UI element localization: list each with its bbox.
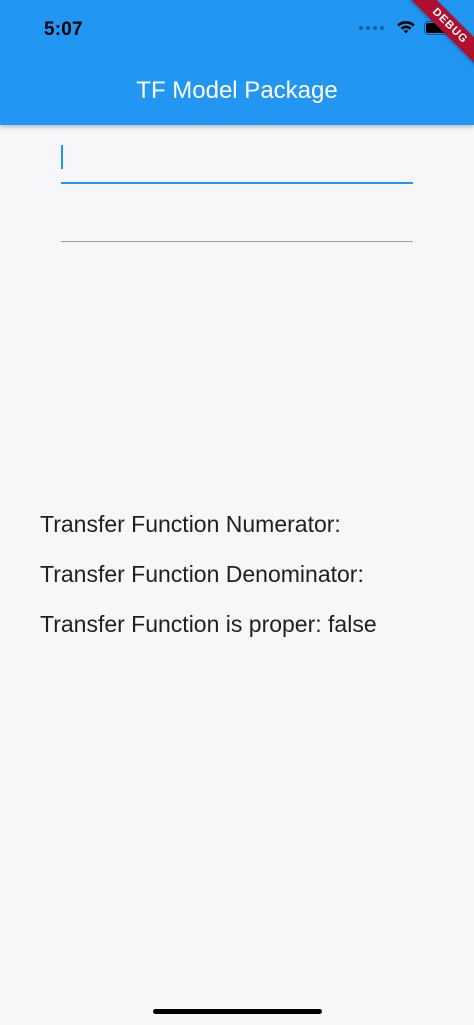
- cellular-signal-icon: [359, 25, 384, 30]
- text-cursor: [61, 145, 63, 169]
- numerator-label: Transfer Function Numerator:: [40, 511, 341, 537]
- wifi-icon: [397, 20, 415, 34]
- proper-status-label: Transfer Function is proper: false: [40, 611, 377, 637]
- input-underline-focused: [61, 182, 413, 184]
- input-underline: [61, 241, 413, 242]
- app-bar: 5:07 TF Model Package DEBUG: [0, 0, 474, 125]
- denominator-label: Transfer Function Denominator:: [40, 561, 364, 587]
- denominator-input[interactable]: [61, 200, 413, 242]
- status-time: 5:07: [44, 19, 83, 40]
- home-indicator[interactable]: [153, 1009, 322, 1014]
- numerator-input[interactable]: [61, 140, 413, 184]
- page-title: TF Model Package: [136, 77, 338, 104]
